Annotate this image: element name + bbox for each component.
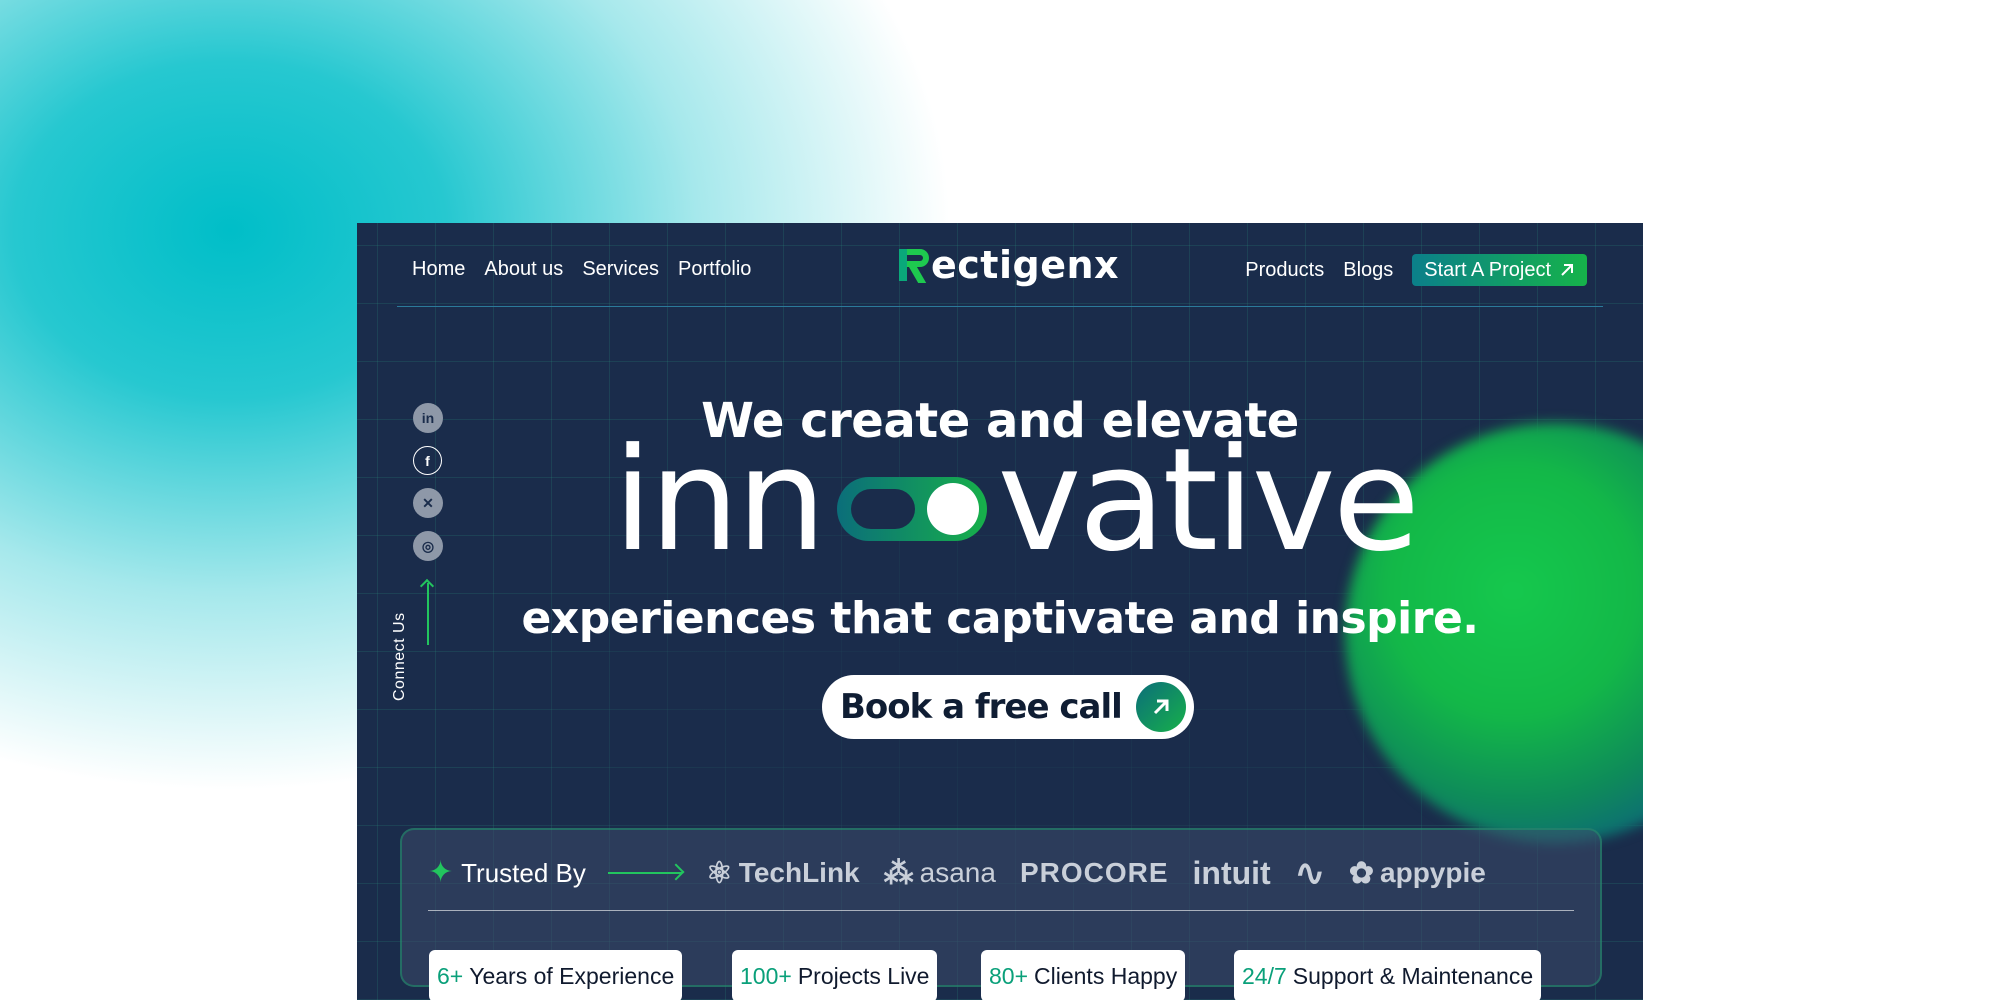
book-free-call-button[interactable]: Book a free call <box>822 675 1194 739</box>
start-project-label: Start A Project <box>1424 258 1551 281</box>
start-project-button[interactable]: Start A Project <box>1412 254 1587 286</box>
brand-logo[interactable]: ectigenx <box>897 243 1119 287</box>
stat-support: 24/7 Support & Maintenance <box>1234 950 1542 1000</box>
top-navigation: Home About us Services Portfolio ectigen… <box>357 223 1643 307</box>
appypie-icon: ✿ <box>1348 856 1375 890</box>
sparkle-icon: ✦ <box>428 856 454 889</box>
nav-link-home[interactable]: Home <box>412 258 465 281</box>
nav-divider <box>397 306 1603 307</box>
nav-link-products[interactable]: Products <box>1245 259 1324 282</box>
stat-label: Support & Maintenance <box>1292 962 1534 989</box>
nav-link-about[interactable]: About us <box>484 258 563 281</box>
stat-projects-live: 100+ Projects Live <box>732 950 938 1000</box>
book-call-label: Book a free call <box>840 687 1123 727</box>
stat-label: Clients Happy <box>1034 962 1178 989</box>
hero-word-left: inn <box>613 418 826 583</box>
trusted-by-label: Trusted By <box>461 857 586 888</box>
brand-intuit: intuit <box>1193 855 1271 892</box>
brand-asana: ⁂ asana <box>884 856 996 891</box>
instagram-icon[interactable]: ◎ <box>413 531 443 561</box>
brand-name: TechLink <box>738 857 860 888</box>
hero-word-right: vative <box>997 418 1420 583</box>
arrow-up-right-icon <box>1559 262 1575 278</box>
brand-procore: PROCORE <box>1020 857 1169 889</box>
stat-label: Years of Experience <box>469 962 675 989</box>
facebook-icon[interactable]: f <box>413 446 442 475</box>
logo-r-mark-icon <box>897 245 933 285</box>
arrow-right-icon <box>607 872 682 874</box>
stat-years-experience: 6+ Years of Experience <box>429 950 683 1000</box>
logo-text: ectigenx <box>931 243 1120 287</box>
stat-number: 6+ <box>437 962 464 989</box>
trusted-by-row: ✦ Trusted By ⚛ TechLink ⁂ asana PROCORE … <box>428 852 1486 894</box>
nav-left-links: Home About us Services Portfolio <box>412 258 751 281</box>
website-preview-frame: Home About us Services Portfolio ectigen… <box>357 223 1643 1000</box>
brand-wave: ∿ <box>1295 852 1325 894</box>
nav-link-portfolio[interactable]: Portfolio <box>678 258 751 281</box>
stat-label: Projects Live <box>797 962 930 989</box>
brand-techlink: ⚛ TechLink <box>706 856 860 891</box>
brand-appypie: ✿ appypie <box>1349 856 1486 891</box>
atom-icon: ⚛ <box>705 856 733 890</box>
asana-dots-icon: ⁂ <box>883 856 914 890</box>
stat-number: 24/7 <box>1242 962 1287 989</box>
x-icon[interactable]: ✕ <box>413 488 443 518</box>
brand-name: intuit <box>1192 854 1271 891</box>
brand-name: appypie <box>1380 857 1486 888</box>
wave-logo-icon: ∿ <box>1294 852 1325 893</box>
nav-right-links: Products Blogs Start A Project <box>1245 254 1587 286</box>
nav-link-services[interactable]: Services <box>582 258 659 281</box>
stat-clients-happy: 80+ Clients Happy <box>981 950 1186 1000</box>
brand-name: PROCORE <box>1019 857 1169 888</box>
brand-name: asana <box>919 857 996 888</box>
hero-headline-main: inn vative <box>613 418 1420 583</box>
toggle-switch-icon <box>837 477 988 541</box>
stat-number: 100+ <box>740 962 792 989</box>
trusted-divider <box>428 910 1574 911</box>
arrow-up-right-icon <box>1135 682 1186 732</box>
nav-link-blogs[interactable]: Blogs <box>1343 259 1393 282</box>
hero-subheadline: experiences that captivate and inspire. <box>521 593 1479 644</box>
stat-number: 80+ <box>989 962 1029 989</box>
